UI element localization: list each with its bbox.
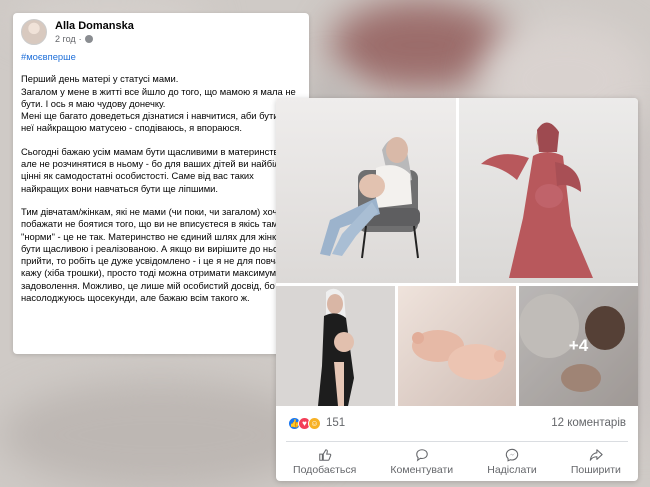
paragraph: Перший день матері у статусі мами. Загал… xyxy=(21,73,297,134)
send-label: Надіслати xyxy=(487,463,537,476)
photo-post-card: +4 👍 ♥ ☺ 151 12 коментарів Подобається К… xyxy=(276,98,638,481)
share-button[interactable]: Поширити xyxy=(571,448,621,476)
reaction-count: 151 xyxy=(326,417,346,429)
avatar[interactable] xyxy=(21,19,47,45)
hashtag-link[interactable]: #моєвперше xyxy=(21,51,301,63)
post-text: #моєвперше Перший день матері у статусі … xyxy=(13,49,309,317)
like-label: Подобається xyxy=(293,463,357,476)
post-stats: 👍 ♥ ☺ 151 12 коментарів xyxy=(276,412,638,434)
photo-baby-feet[interactable] xyxy=(398,286,516,406)
photo-pregnant-chair[interactable] xyxy=(276,98,456,283)
post-meta: 2 год · xyxy=(55,34,134,44)
care-reaction-icon: ☺ xyxy=(308,416,321,430)
post-card: Alla Domanska 2 год · #моєвперше Перший … xyxy=(13,13,309,354)
paragraph: Сьогодні бажаю усім мамам бути щасливими… xyxy=(21,145,293,194)
post-header: Alla Domanska 2 год · xyxy=(13,13,309,49)
action-bar: Подобається Коментувати Надіслати Пошири… xyxy=(276,442,638,481)
author-name[interactable]: Alla Domanska xyxy=(55,20,134,32)
more-photos-overlay[interactable]: +4 xyxy=(519,286,638,406)
photo-pink-dress[interactable] xyxy=(459,98,638,283)
globe-icon xyxy=(84,35,93,43)
comment-label: Коментувати xyxy=(390,463,454,476)
like-icon xyxy=(318,448,331,461)
messenger-icon xyxy=(505,448,519,462)
comment-icon xyxy=(416,448,428,461)
photo-black-dress[interactable] xyxy=(276,286,395,406)
share-icon xyxy=(589,448,603,461)
like-button[interactable]: Подобається xyxy=(293,448,356,476)
share-label: Поширити xyxy=(570,463,621,476)
photo-family[interactable]: +4 xyxy=(519,286,638,406)
paragraph: Тим дівчатам/жінкам, які не мами (чи пок… xyxy=(21,205,291,304)
comment-button[interactable]: Коментувати xyxy=(390,448,453,476)
comments-count[interactable]: 12 коментарів xyxy=(551,417,626,429)
reactions-summary[interactable]: 👍 ♥ ☺ 151 xyxy=(288,416,346,430)
post-time[interactable]: 2 год xyxy=(55,34,76,44)
send-button[interactable]: Надіслати xyxy=(487,448,537,476)
